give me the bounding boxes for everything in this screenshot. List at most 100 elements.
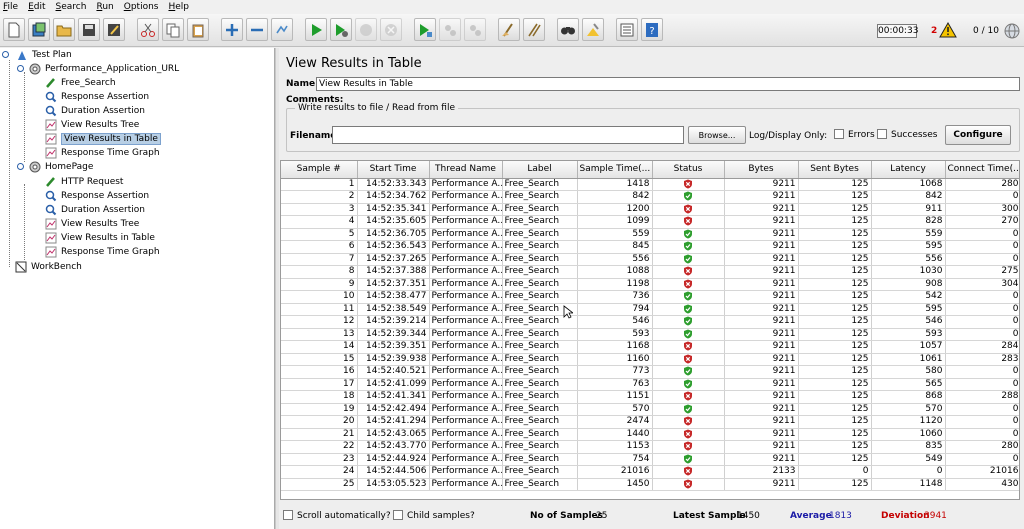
table-row[interactable]: 24 14:52:44.506 Performance A... Free_Searc… [281, 465, 1019, 479]
function-helper-button[interactable] [616, 18, 638, 41]
tree-node-response-time-graph-2[interactable]: Response Time Graph [44, 245, 160, 258]
column-header-latency[interactable]: Latency [871, 161, 946, 179]
globe-icon[interactable] [1003, 22, 1021, 40]
table-row[interactable]: 2 14:52:34.762 Performance A... Free_Search… [281, 190, 1019, 204]
tree-node-response-assertion[interactable]: Response Assertion [44, 90, 149, 103]
table-row[interactable]: 21 14:52:43.065 Performance A... Free_Searc… [281, 428, 1019, 441]
table-row[interactable]: 16 14:52:40.521 Performance A... Free_Searc… [281, 365, 1019, 379]
collapse-button[interactable] [246, 18, 268, 41]
expand-handle-icon[interactable] [17, 163, 24, 170]
menu-options[interactable]: Options [124, 2, 159, 12]
column-header-thread-name[interactable]: Thread Name [429, 161, 503, 179]
table-row[interactable]: 19 14:52:42.494 Performance A... Free_Searc… [281, 403, 1019, 416]
shutdown-button[interactable] [380, 18, 402, 41]
tree-node-view-results-in-table[interactable]: View Results in Table [44, 132, 161, 145]
table-cell: Performance A... [429, 315, 503, 329]
table-row[interactable]: 7 14:52:37.265 Performance A... Free_Search… [281, 253, 1019, 266]
status-cell [652, 415, 725, 429]
name-input[interactable] [316, 77, 1020, 91]
tree-node-free-search[interactable]: Free_Search [44, 76, 116, 89]
start-button[interactable] [305, 18, 327, 41]
column-header-connect-time[interactable]: Connect Time(... [945, 161, 1019, 179]
tree-node-response-time-graph[interactable]: Response Time Graph [44, 146, 160, 159]
table-row[interactable]: 4 14:52:35.605 Performance A... Free_Search… [281, 215, 1019, 229]
templates-button[interactable] [28, 18, 50, 41]
tree-node-test-plan[interactable]: Test Plan [2, 48, 72, 61]
column-header-sent-bytes[interactable]: Sent Bytes [798, 161, 872, 179]
tree-node-performance-application-url[interactable]: Performance_Application_URL [17, 62, 179, 75]
column-header-bytes[interactable]: Bytes [724, 161, 799, 179]
new-button[interactable] [3, 18, 25, 41]
clear-button[interactable] [498, 18, 520, 41]
table-row[interactable]: 9 14:52:37.351 Performance A... Free_Search… [281, 278, 1019, 291]
menu-edit[interactable]: Edit [28, 2, 45, 12]
table-row[interactable]: 18 14:52:41.341 Performance A... Free_Searc… [281, 390, 1019, 404]
open-button[interactable] [53, 18, 75, 41]
warning-icon[interactable] [939, 22, 957, 38]
table-row[interactable]: 22 14:52:43.770 Performance A... Free_Searc… [281, 440, 1019, 454]
table-row[interactable]: 3 14:52:35.341 Performance A... Free_Search… [281, 203, 1019, 216]
start-no-pause-button[interactable] [330, 18, 352, 41]
clear-all-button[interactable] [523, 18, 545, 41]
tree-node-duration-assertion-2[interactable]: Duration Assertion [44, 203, 145, 216]
table-row[interactable]: 25 14:53:05.523 Performance A... Free_Searc… [281, 478, 1019, 491]
menu-file[interactable]: File [3, 2, 18, 12]
reset-search-button[interactable] [582, 18, 604, 41]
table-row[interactable]: 15 14:52:39.938 Performance A... Free_Searc… [281, 353, 1019, 366]
remote-stop-button[interactable] [439, 18, 461, 41]
tree-node-view-results-tree[interactable]: View Results Tree [44, 118, 139, 131]
column-header-sample[interactable]: Sample # [281, 161, 358, 179]
help-button[interactable]: ? [641, 18, 663, 41]
table-row[interactable]: 1 14:52:33.343 Performance A... Free_Search… [281, 178, 1019, 191]
tree-node-view-results-tree-2[interactable]: View Results Tree [44, 217, 139, 230]
remote-shutdown-button[interactable] [464, 18, 486, 41]
table-row[interactable]: 23 14:52:44.924 Performance A... Free_Searc… [281, 453, 1019, 466]
tree-node-duration-assertion[interactable]: Duration Assertion [44, 104, 145, 117]
menu-run[interactable]: Run [96, 2, 113, 12]
table-row[interactable]: 13 14:52:39.344 Performance A... Free_Searc… [281, 328, 1019, 341]
remote-start-button[interactable] [414, 18, 436, 41]
menu-help[interactable]: Help [168, 2, 189, 12]
split-pane-divider[interactable] [275, 48, 279, 529]
copy-button[interactable] [162, 18, 184, 41]
browse-button[interactable]: Browse... [688, 126, 746, 144]
filename-input[interactable] [332, 126, 684, 144]
column-header-label[interactable]: Label [502, 161, 578, 179]
tree-node-view-results-in-table-2[interactable]: View Results in Table [44, 231, 155, 244]
column-header-start-time[interactable]: Start Time [357, 161, 430, 179]
table-cell: 14:52:42.494 [357, 403, 430, 416]
table-row[interactable]: 17 14:52:41.099 Performance A... Free_Searc… [281, 378, 1019, 391]
expand-handle-icon[interactable] [2, 51, 9, 58]
errors-checkbox[interactable] [834, 129, 844, 139]
toggle-button[interactable] [271, 18, 293, 41]
table-row[interactable]: 10 14:52:38.477 Performance A... Free_Searc… [281, 290, 1019, 304]
tree-node-homepage[interactable]: HomePage [17, 160, 93, 173]
save-as-button[interactable] [103, 18, 125, 41]
table-row[interactable]: 14 14:52:39.351 Performance A... Free_Searc… [281, 340, 1019, 354]
cut-button[interactable] [137, 18, 159, 41]
tree-node-http-request[interactable]: HTTP Request [44, 175, 123, 188]
configure-button[interactable]: Configure [945, 125, 1011, 145]
table-cell: 908 [871, 278, 946, 291]
paste-button[interactable] [187, 18, 209, 41]
stop-button[interactable] [355, 18, 377, 41]
table-row[interactable]: 5 14:52:36.705 Performance A... Free_Search… [281, 228, 1019, 241]
tree-node-workbench[interactable]: WorkBench [14, 260, 82, 273]
expand-button[interactable] [221, 18, 243, 41]
table-row[interactable]: 6 14:52:36.543 Performance A... Free_Search… [281, 240, 1019, 254]
tree-node-response-assertion-2[interactable]: Response Assertion [44, 189, 149, 202]
scroll-automatically-checkbox[interactable] [283, 510, 293, 520]
save-button[interactable] [78, 18, 100, 41]
column-header-sample-time[interactable]: Sample Time(... [577, 161, 653, 179]
table-row[interactable]: 11 14:52:38.549 Performance A... Free_Searc… [281, 303, 1019, 316]
table-row[interactable]: 12 14:52:39.214 Performance A... Free_Searc… [281, 315, 1019, 329]
expand-handle-icon[interactable] [17, 65, 24, 72]
table-row[interactable]: 8 14:52:37.388 Performance A... Free_Search… [281, 265, 1019, 279]
column-header-status[interactable]: Status [652, 161, 725, 179]
table-row[interactable]: 20 14:52:41.294 Performance A... Free_Searc… [281, 415, 1019, 429]
search-button[interactable] [557, 18, 579, 41]
child-samples-checkbox[interactable] [393, 510, 403, 520]
table-cell: 0 [798, 465, 872, 479]
menu-search[interactable]: Search [56, 2, 87, 12]
successes-checkbox[interactable] [877, 129, 887, 139]
